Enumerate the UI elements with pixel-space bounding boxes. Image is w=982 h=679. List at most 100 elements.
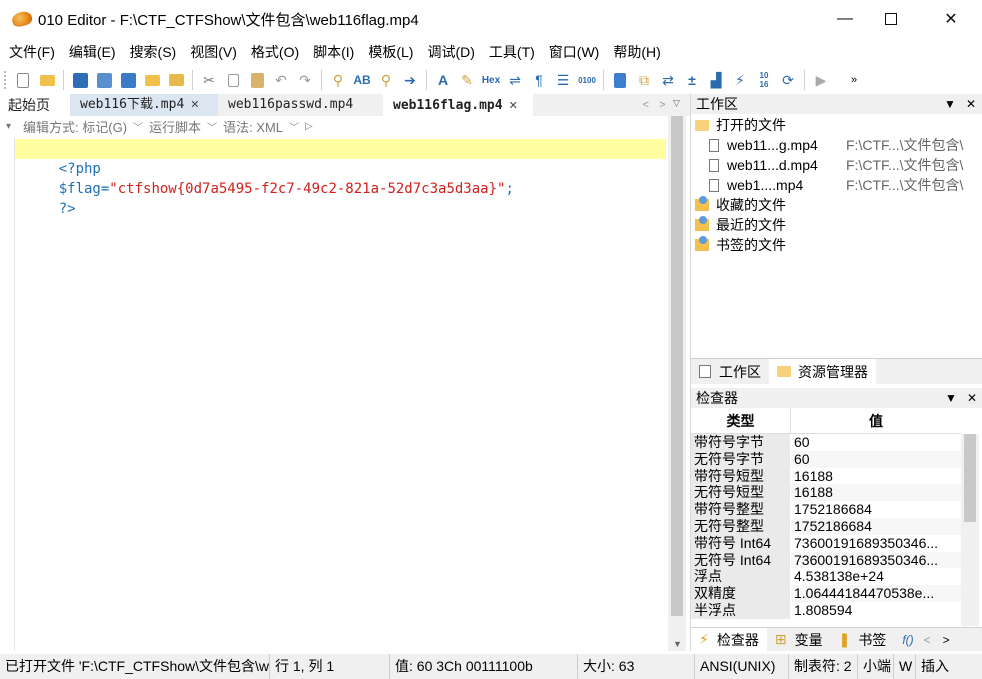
- scrollbar-thumb[interactable]: [964, 434, 976, 522]
- tree-recent[interactable]: 最近的文件: [691, 215, 982, 235]
- menu-format[interactable]: 格式(O): [244, 40, 306, 64]
- row-value[interactable]: 1752186684: [791, 501, 961, 518]
- redo-button[interactable]: ↷: [294, 69, 316, 91]
- panel-menu-icon[interactable]: ▼: [945, 391, 957, 405]
- row-value[interactable]: 60: [791, 434, 961, 451]
- tree-file-item[interactable]: web1....mp4 F:\CTF...\文件包含\: [691, 175, 982, 195]
- table-row[interactable]: 带符号 Int64 73600191689350346...: [691, 534, 961, 552]
- swap-button[interactable]: ⇄: [657, 69, 679, 91]
- maximize-button[interactable]: [868, 0, 914, 38]
- status-position[interactable]: 行 1, 列 1: [270, 654, 390, 679]
- menu-scripts[interactable]: 脚本(I): [306, 40, 361, 64]
- code-line-1[interactable]: <?php: [15, 139, 666, 177]
- save-all-button[interactable]: [117, 69, 139, 91]
- minimize-button[interactable]: —: [822, 0, 868, 38]
- options-arrow-icon[interactable]: ▾: [6, 121, 11, 132]
- menu-window[interactable]: 窗口(W): [542, 40, 607, 64]
- table-row[interactable]: 带符号整型 1752186684: [691, 501, 961, 518]
- find-in-files-button[interactable]: ⚲: [375, 69, 397, 91]
- panel-close-icon[interactable]: ✕: [967, 391, 977, 405]
- panel-menu-icon[interactable]: ▼: [944, 97, 956, 111]
- scroll-up-icon[interactable]: ▽: [673, 98, 680, 109]
- open-folder-button[interactable]: [141, 69, 163, 91]
- table-row[interactable]: 无符号短型 16188: [691, 484, 961, 502]
- menu-debug[interactable]: 调试(D): [420, 40, 481, 64]
- row-value[interactable]: 1.808594: [791, 602, 961, 619]
- text-editor[interactable]: <?php $flag="ctfshow{0d7a5495-f2c7-49c2-…: [0, 137, 668, 651]
- tab-close-icon[interactable]: ✕: [509, 95, 518, 117]
- tab-scroll-right-icon[interactable]: >: [943, 633, 950, 647]
- menu-search[interactable]: 搜索(S): [123, 40, 184, 64]
- binary-button[interactable]: 0100: [576, 69, 598, 91]
- tab-inspector[interactable]: ⚡ 检查器: [691, 627, 767, 652]
- highlight-button[interactable]: ✎: [456, 69, 478, 91]
- menu-tools[interactable]: 工具(T): [482, 40, 542, 64]
- tab-close-icon[interactable]: ✕: [190, 94, 199, 116]
- row-value[interactable]: 16188: [791, 468, 961, 485]
- tab-explorer[interactable]: 资源管理器: [769, 358, 876, 385]
- compare-button[interactable]: ⧉: [633, 69, 655, 91]
- columns-button[interactable]: ☰: [552, 69, 574, 91]
- copy-button[interactable]: [222, 69, 244, 91]
- base-convert-button[interactable]: 10 16: [753, 69, 775, 91]
- tab-web116-download[interactable]: web116下载.mp4 ✕: [70, 94, 218, 116]
- goto-button[interactable]: ➔: [399, 69, 421, 91]
- refresh-button[interactable]: ⟳: [777, 69, 799, 91]
- tab-variables[interactable]: ⊞ 变量: [767, 628, 831, 652]
- row-value[interactable]: 4.538138e+24: [791, 568, 961, 585]
- new-file-button[interactable]: [12, 69, 34, 91]
- table-row[interactable]: 无符号整型 1752186684: [691, 517, 961, 535]
- tab-web116-passwd[interactable]: web116passwd.mp4: [218, 94, 383, 116]
- close-button[interactable]: ✕: [928, 0, 974, 38]
- menu-view[interactable]: 视图(V): [183, 40, 244, 64]
- code-line-3[interactable]: ?>: [15, 179, 76, 217]
- checksum-button[interactable]: ±: [681, 69, 703, 91]
- tab-functions[interactable]: f(): [894, 628, 921, 652]
- table-row[interactable]: 无符号 Int64 73600191689350346...: [691, 551, 961, 569]
- menu-edit[interactable]: 编辑(E): [62, 40, 123, 64]
- run-button[interactable]: ▶: [810, 69, 832, 91]
- tab-bookmarks[interactable]: ❚ 书签: [831, 628, 895, 652]
- status-endian[interactable]: 小端: [858, 654, 894, 679]
- status-insert-mode[interactable]: 插入: [916, 654, 956, 679]
- row-value[interactable]: 73600191689350346...: [791, 551, 961, 569]
- panel-close-icon[interactable]: ✕: [966, 97, 976, 111]
- status-tab-size[interactable]: 制表符: 2: [789, 654, 858, 679]
- scrollbar-thumb[interactable]: [671, 116, 683, 616]
- row-value[interactable]: 60: [791, 450, 961, 468]
- show-whitespace-button[interactable]: ¶: [528, 69, 550, 91]
- chevron-right-icon[interactable]: ▷: [305, 121, 313, 132]
- row-value[interactable]: 1.06444184470538e...: [791, 585, 961, 602]
- scroll-down-icon[interactable]: ▼: [673, 639, 682, 649]
- tree-favorites[interactable]: 收藏的文件: [691, 195, 982, 215]
- menu-templates[interactable]: 模板(L): [361, 40, 420, 64]
- editor-vertical-scrollbar[interactable]: ▽ ▼: [668, 94, 686, 651]
- cut-button[interactable]: ✂: [198, 69, 220, 91]
- calculator-button[interactable]: [609, 69, 631, 91]
- hex-button[interactable]: Hex: [480, 69, 502, 91]
- find-button[interactable]: ⚲: [327, 69, 349, 91]
- tab-web116-flag[interactable]: web116flag.mp4 ✕: [383, 94, 533, 116]
- row-value[interactable]: 1752186684: [791, 517, 961, 535]
- status-encoding[interactable]: ANSI(UNIX): [695, 654, 789, 679]
- open-file-button[interactable]: [36, 69, 58, 91]
- toolbar-grip[interactable]: [4, 71, 7, 89]
- tree-file-item[interactable]: web11...g.mp4 F:\CTF...\文件包含\: [691, 135, 982, 155]
- table-row[interactable]: 带符号字节 60: [691, 434, 961, 451]
- replace-button[interactable]: AB: [351, 69, 373, 91]
- tab-workspace[interactable]: 工作区: [691, 359, 769, 385]
- font-button[interactable]: A: [432, 69, 454, 91]
- column-header-type[interactable]: 类型: [691, 408, 791, 433]
- run-script-dropdown[interactable]: 运行脚本: [149, 117, 201, 136]
- tree-open-files[interactable]: 打开的文件: [691, 115, 982, 135]
- inspector-scrollbar[interactable]: [961, 434, 979, 626]
- table-row[interactable]: 无符号字节 60: [691, 450, 961, 468]
- table-row[interactable]: 半浮点 1.808594: [691, 601, 961, 619]
- tab-scroll-right-icon[interactable]: >: [659, 99, 665, 111]
- code-line-2[interactable]: $flag="ctfshow{0d7a5495-f2c7-49c2-821a-5…: [15, 159, 514, 197]
- histogram-button[interactable]: ▟: [705, 69, 727, 91]
- editor-gutter[interactable]: [0, 137, 15, 651]
- menu-help[interactable]: 帮助(H): [606, 40, 667, 64]
- tab-scroll-left-icon[interactable]: <: [643, 99, 649, 111]
- menu-file[interactable]: 文件(F): [2, 40, 62, 64]
